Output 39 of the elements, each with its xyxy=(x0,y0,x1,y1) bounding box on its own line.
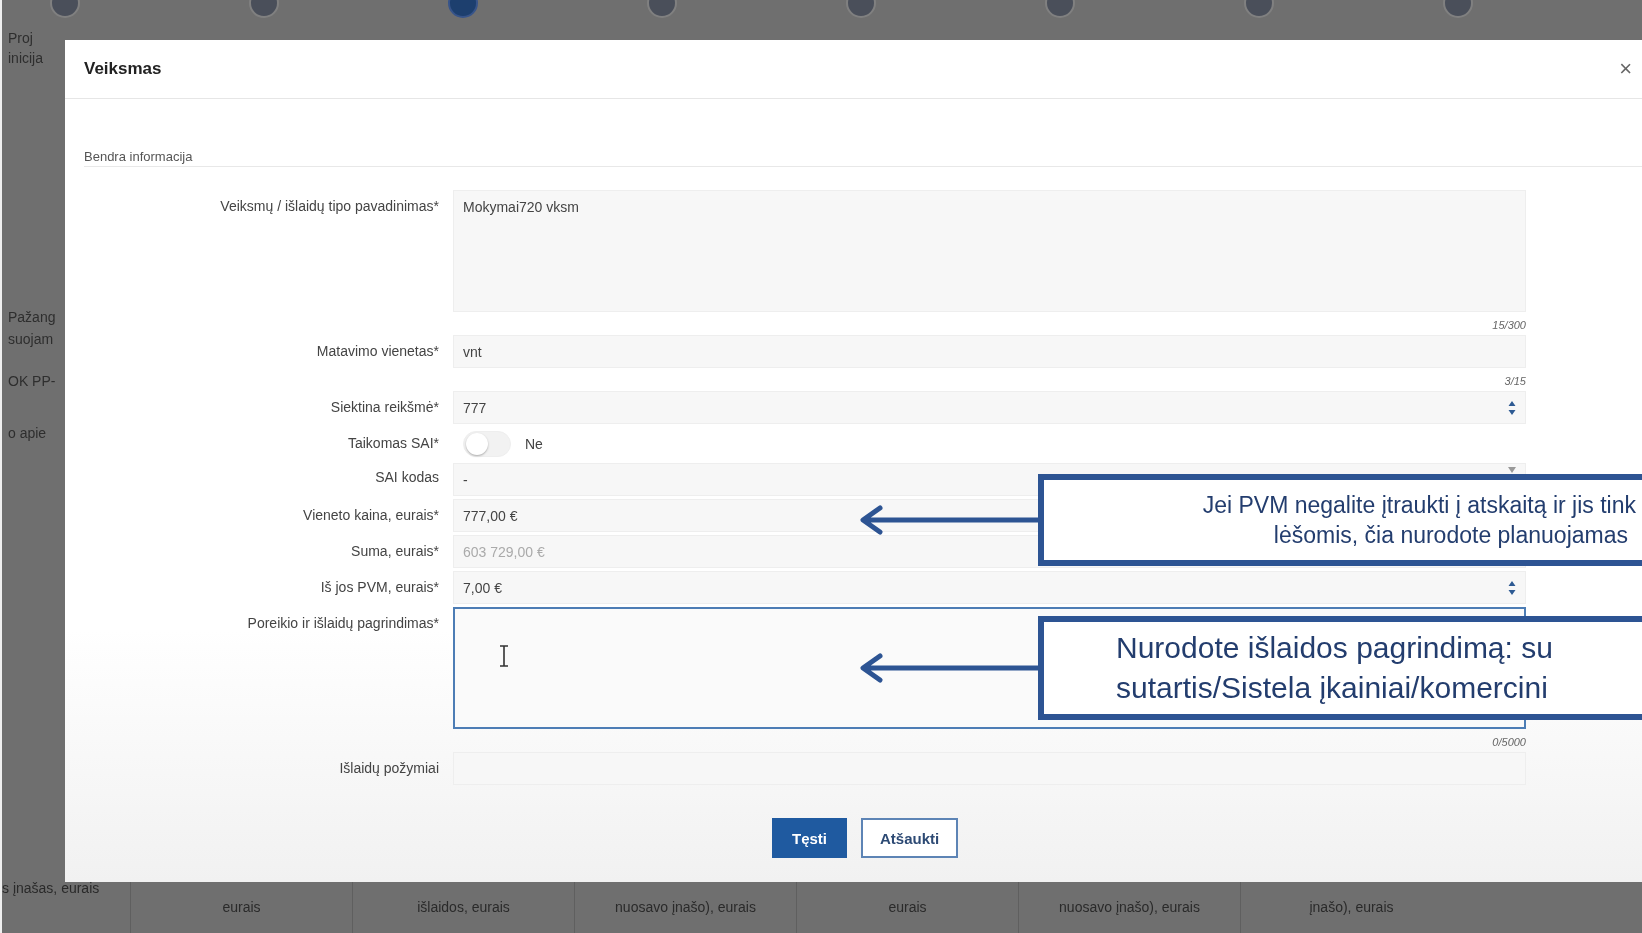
text-field[interactable]: vnt xyxy=(453,335,1526,368)
cancel-button[interactable]: Atšaukti xyxy=(861,818,959,858)
field-label: Siektina reikšmė* xyxy=(329,398,439,415)
character-counter: 15/300 xyxy=(1492,318,1526,333)
column-header: įnašo), eurais xyxy=(1309,898,1394,915)
text-area[interactable]: Mokymai720 vksm xyxy=(453,190,1526,312)
number-field[interactable]: 7,00 € xyxy=(453,571,1526,604)
number-field[interactable]: 777 xyxy=(453,391,1526,424)
column-header: nuosavo įnašo), eurais xyxy=(1059,898,1200,915)
column-header: eurais xyxy=(888,898,927,915)
character-counter: 0/5000 xyxy=(1492,735,1526,750)
field-label: Išlaidų požymiai xyxy=(338,759,439,776)
field-label: Iš jos PVM, eurais* xyxy=(319,578,439,595)
field-value: Mokymai720 vksm xyxy=(463,199,579,215)
field-label: SAI kodas xyxy=(374,468,439,485)
column-header: eurais xyxy=(222,898,261,915)
field-label: Matavimo vienetas* xyxy=(315,342,439,359)
section-title: Bendra informacija xyxy=(84,149,1642,167)
row-label: Proj xyxy=(8,29,34,48)
column-header: išlaidos, eurais xyxy=(417,898,510,915)
continue-button[interactable]: Tęsti xyxy=(772,818,847,858)
close-button[interactable]: × xyxy=(1615,56,1636,82)
row-label: o apie xyxy=(8,424,48,443)
column-header: s įnašas, eurais xyxy=(2,880,100,896)
field-label: Vieneto kaina, eurais* xyxy=(302,506,439,523)
row-label: OK PP- xyxy=(8,372,55,391)
callout-text: sutartis/Sistela įkainiai/komercini xyxy=(1116,670,1548,706)
field-label: Poreikio ir išlaidų pagrindimas* xyxy=(246,614,439,631)
toggle-label: Ne xyxy=(525,436,543,452)
row-label: Pažang xyxy=(8,308,55,327)
callout-text: Nurodote išlaidos pagrindimą: su xyxy=(1116,630,1553,666)
row-label: suojam xyxy=(8,330,55,349)
row-label: inicija xyxy=(8,49,44,68)
field-label: Veiksmų / išlaidų tipo pavadinimas* xyxy=(219,197,439,214)
field-label: Taikomas SAI* xyxy=(346,434,439,451)
field-label: Suma, eurais* xyxy=(350,542,439,559)
character-counter: 3/15 xyxy=(1504,374,1526,389)
column-header: nuosavo įnašo), eurais xyxy=(615,898,756,915)
dialog-title: Veiksmas xyxy=(84,59,162,79)
